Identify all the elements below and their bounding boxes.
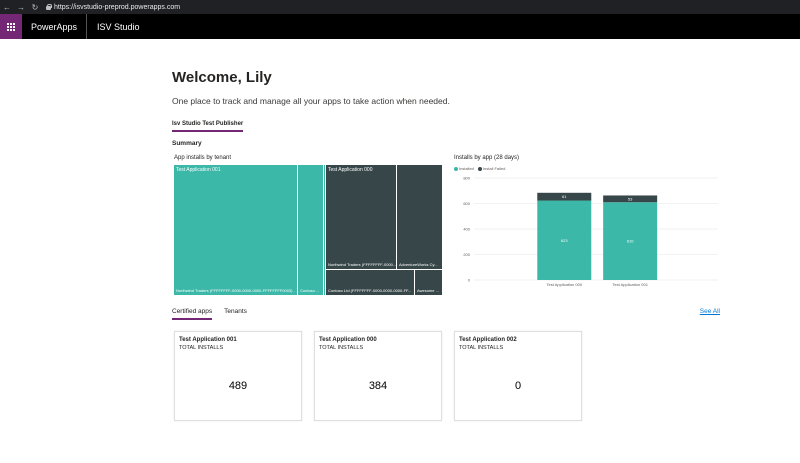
app-card[interactable]: Test Application 001 TOTAL INSTALLS 489 [174,331,302,421]
bar-data-label: 61 [562,194,567,199]
legend-label: Installed [459,166,474,171]
treemap-cell-label: Northwind Traders (FFFFFFFF-0000-0000-00… [176,288,295,293]
treemap-cell-small[interactable] [324,165,325,295]
card-value: 489 [228,380,248,392]
bar-data-label: 53 [628,196,633,201]
summary-heading: Summary [172,140,202,147]
address-bar[interactable]: https://isvstudio-preprod.powerapps.com [46,4,180,11]
treemap-cell-awesome[interactable]: Awesome ... [415,270,442,295]
treemap-cell-label: Contoso ... [300,288,320,293]
x-tick-label: Test Application 000 [546,282,582,287]
y-tick-label: 200 [463,252,470,257]
tab-certified-apps[interactable]: Certified apps [172,308,213,320]
legend-dot-icon [477,166,482,171]
legend-label: Install Failed [482,166,506,171]
treemap-cell-label: Test Application 000 [328,167,373,173]
installs-bar-chart[interactable]: 0 200 400 600 800 623 61 Test Application 000 61… [454,172,722,296]
legend-dot-icon [454,166,458,171]
tab-publisher[interactable]: Isv Studio Test Publisher [172,121,244,132]
page-subtitle: One place to track and manage all your a… [172,96,450,106]
legend-item-install-failed[interactable]: Install Failed [477,166,506,171]
treemap-cell-label: Contoso Ltd (FFFFFFFF-0000-0000-0000-FF.… [328,288,412,293]
bar-chart-legend: Installed Install Failed [454,166,505,171]
y-tick-label: 800 [463,176,470,181]
app-launcher-button[interactable] [0,14,22,39]
browser-toolbar: ← → ↻ https://isvstudio-preprod.powerapp… [0,0,800,14]
app-card[interactable]: Test Application 002 TOTAL INSTALLS 0 [454,331,582,421]
apps-tabs: Certified apps Tenants [172,308,247,320]
url-text: https://isvstudio-preprod.powerapps.com [54,3,181,11]
bar-data-label: 623 [561,238,568,243]
lock-icon [46,4,52,10]
bar-chart-svg: 0 200 400 600 800 623 61 Test Application 000 61… [463,176,718,287]
card-value: 0 [514,380,522,392]
forward-icon[interactable]: → [14,0,28,14]
app-card[interactable]: Test Application 000 TOTAL INSTALLS 384 [314,331,442,421]
y-tick-label: 600 [463,201,470,206]
page-title: Welcome, Lily [172,69,272,86]
treemap-cell-label: Awesome ... [417,288,439,293]
app-installs-treemap[interactable]: Test Application 001 Northwind Traders (… [174,165,442,295]
bar-data-label: 610 [627,239,634,244]
treemap-cell-app-001[interactable]: Test Application 001 Northwind Traders (… [174,165,297,295]
treemap-cell-contoso[interactable]: Contoso ... [298,165,323,295]
studio-name[interactable]: ISV Studio [87,22,140,32]
treemap-title: App installs by tenant [174,155,232,161]
card-value: 384 [368,380,388,392]
x-tick-label: Test Application 001 [612,282,648,287]
y-tick-label: 400 [463,227,470,232]
card-title: Test Application 000 [319,337,377,343]
treemap-cell-adventureworks[interactable]: AdventureWorks Cy... [397,165,442,269]
back-icon[interactable]: ← [0,0,14,14]
waffle-icon [7,22,15,31]
card-title: Test Application 002 [459,337,517,343]
see-all-link[interactable]: See All [700,308,720,315]
app-name[interactable]: PowerApps [22,14,88,39]
y-tick-label: 0 [468,278,471,283]
app-cards: Test Application 001 TOTAL INSTALLS 489 … [174,331,582,421]
treemap-cell-label: Test Application 001 [176,167,221,173]
legend-item-installed[interactable]: Installed [454,166,474,171]
card-subtitle: TOTAL INSTALLS [179,345,224,351]
treemap-cell-label: AdventureWorks Cy... [399,262,438,267]
treemap-cell-app-000-northwind[interactable]: Test Application 000 Northwind Traders (… [326,165,396,269]
card-subtitle: TOTAL INSTALLS [459,345,504,351]
bar-chart-title: Installs by app (28 days) [454,155,520,161]
treemap-cell-contoso-ltd[interactable]: Contoso Ltd (FFFFFFFF-0000-0000-0000-FF.… [326,270,414,295]
treemap-cell-label: Northwind Traders (FFFFFFFF-0000... [328,262,396,267]
tab-tenants[interactable]: Tenants [224,308,247,320]
app-header: PowerApps ISV Studio [0,14,800,39]
card-subtitle: TOTAL INSTALLS [319,345,364,351]
card-title: Test Application 001 [179,337,237,343]
reload-icon[interactable]: ↻ [28,0,42,14]
